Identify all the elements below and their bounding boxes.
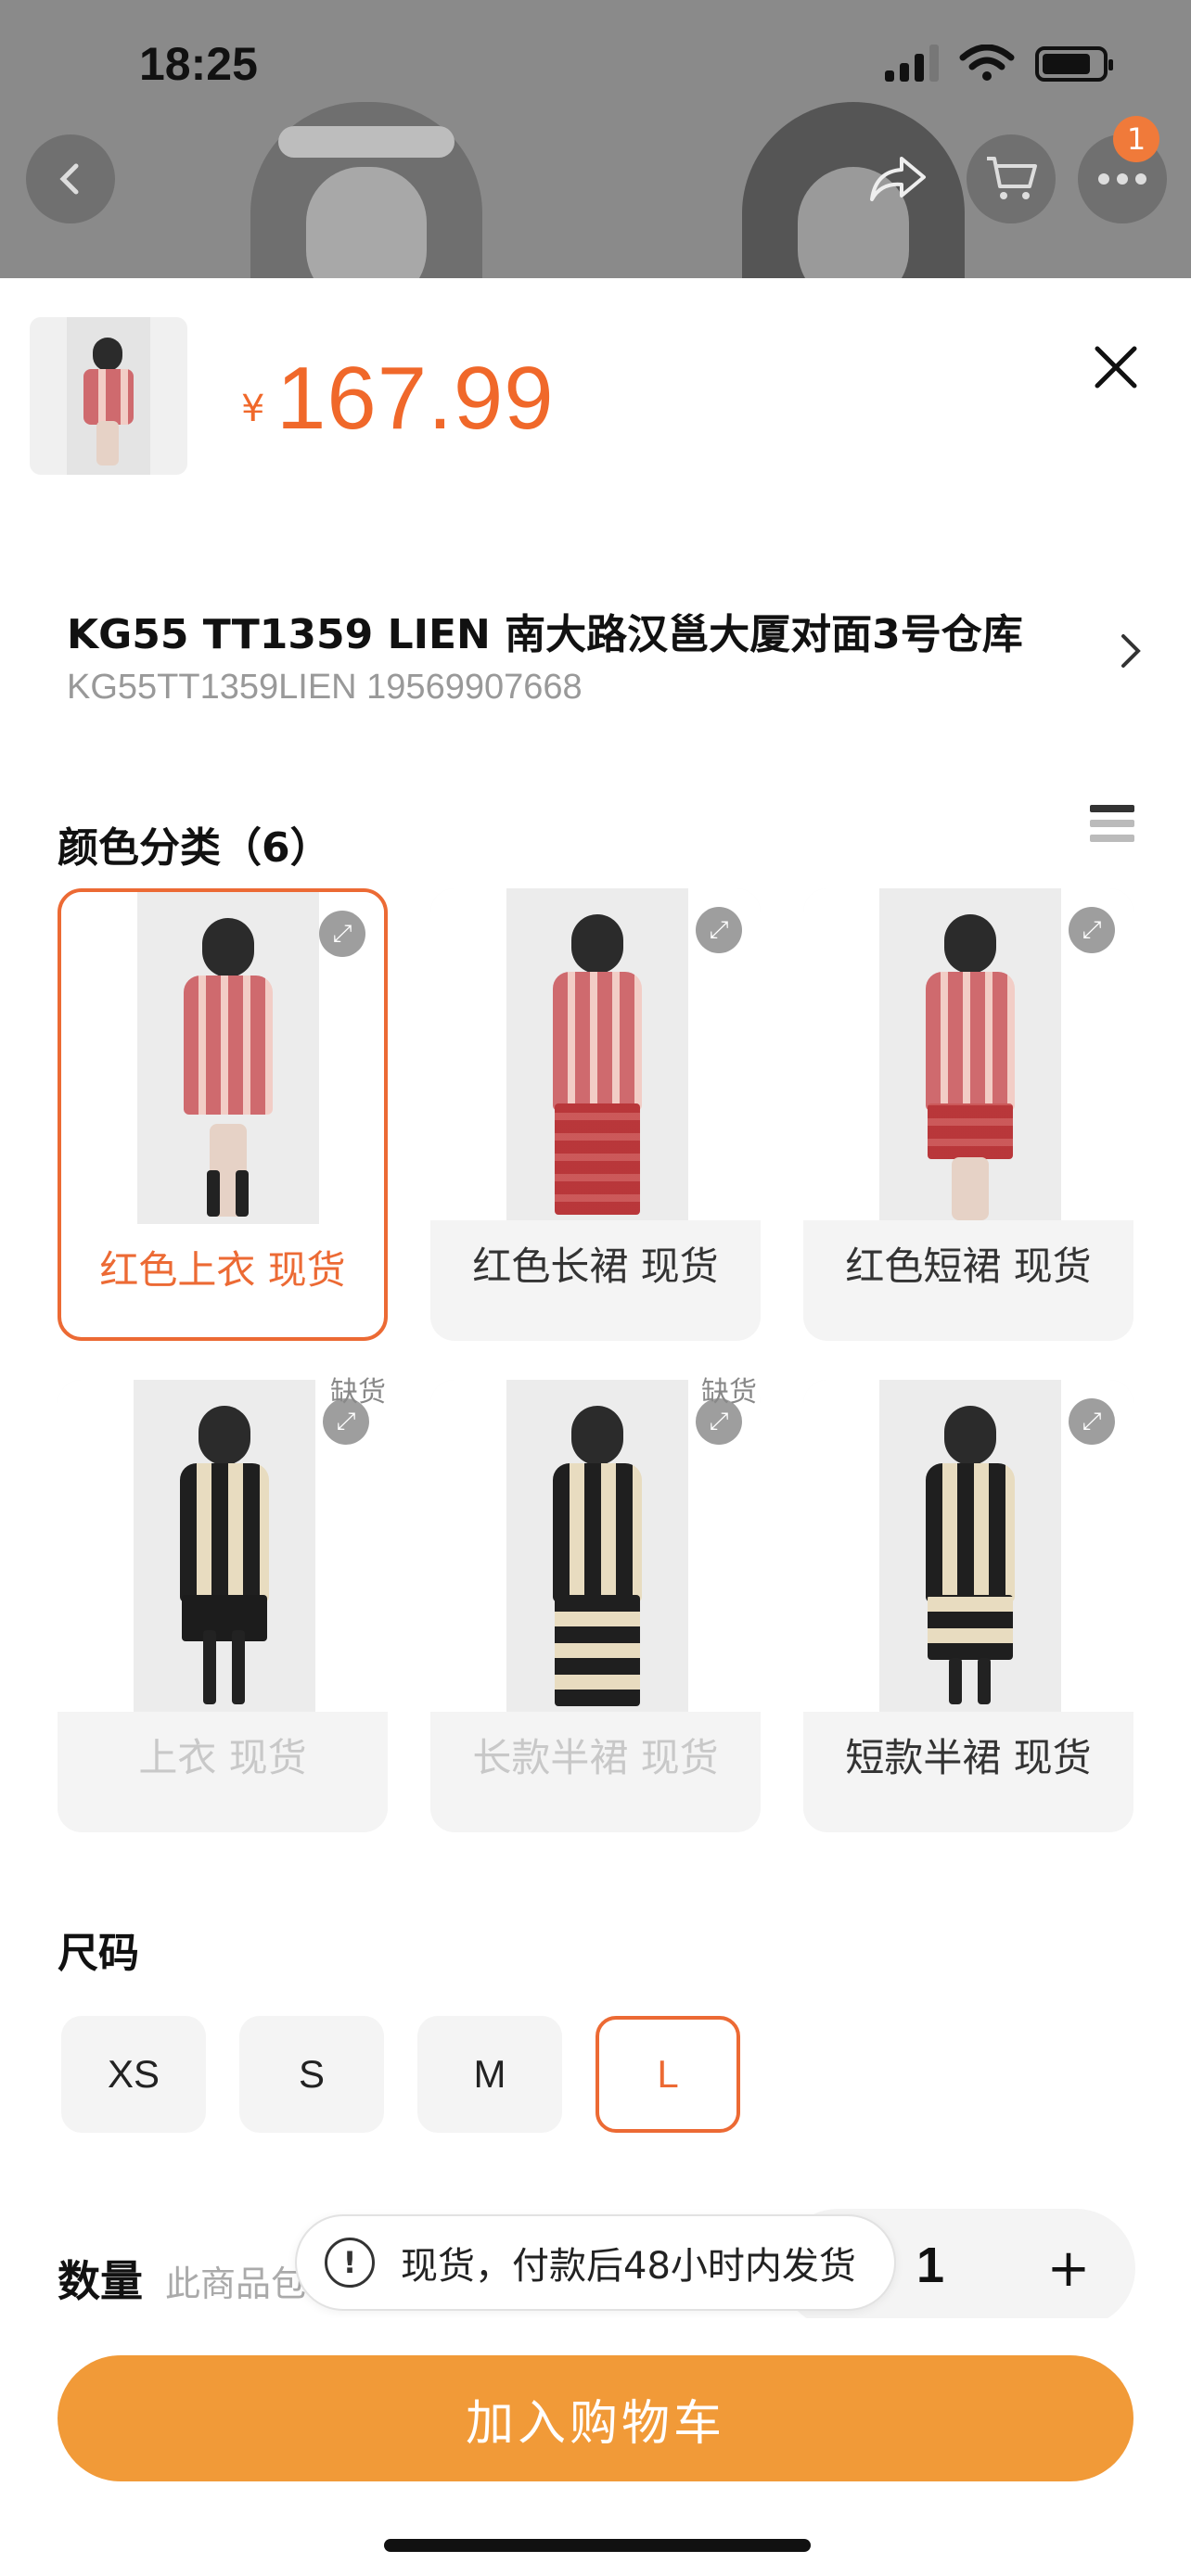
color-option-short-skirt[interactable]: ⤢ 短款半裙 现货 [803, 1380, 1133, 1832]
chevron-right-icon[interactable] [1118, 631, 1146, 671]
out-of-stock-tag: 缺货 [330, 1376, 386, 1409]
color-option-red-short-skirt[interactable]: ⤢ 红色短裙 现货 [803, 888, 1133, 1341]
out-of-stock-tag: 缺货 [701, 1376, 757, 1409]
price-value: 167.99 [276, 349, 555, 448]
cart-button[interactable] [967, 134, 1056, 223]
quantity-hint: 此商品包邮 [165, 2264, 314, 2304]
size-option-s[interactable]: S [239, 2016, 384, 2133]
product-thumbnail[interactable] [30, 317, 187, 475]
add-to-cart-button[interactable]: 加入购物车 [58, 2355, 1133, 2481]
expand-icon[interactable]: ⤢ [696, 907, 742, 953]
expand-icon[interactable]: ⤢ [1069, 907, 1115, 953]
close-icon[interactable] [1090, 341, 1142, 393]
color-option-long-skirt[interactable]: ⤢ 长款半裙 现货 [430, 1380, 761, 1832]
size-option-l[interactable]: L [596, 2016, 740, 2133]
share-button[interactable] [853, 134, 942, 223]
option-image [879, 1380, 1061, 1712]
option-image [137, 892, 319, 1224]
expand-icon[interactable]: ⤢ [1069, 1398, 1115, 1445]
color-option-red-top[interactable]: ⤢ 红色上衣 现货 [58, 888, 388, 1341]
option-image [506, 888, 688, 1220]
size-option-m[interactable]: M [417, 2016, 562, 2133]
shop-subtitle: KG55TT1359LIEN 19569907668 [67, 668, 583, 707]
footer-divider [0, 2318, 1191, 2346]
chevron-left-icon [59, 163, 79, 195]
color-option-label: 上衣 现货 [138, 1735, 307, 1780]
color-section-title: 颜色分类（6） [58, 824, 331, 872]
info-icon: ! [325, 2238, 375, 2288]
color-option-label: 短款半裙 现货 [845, 1735, 1092, 1780]
status-icons [885, 45, 1113, 82]
wifi-icon [959, 45, 1015, 81]
quantity-label: 数量 [58, 2256, 143, 2306]
color-option-top[interactable]: ⤢ 上衣 现货 [58, 1380, 388, 1832]
battery-icon [1035, 46, 1113, 82]
color-option-label: 红色上衣 现货 [99, 1247, 346, 1293]
cart-icon [987, 157, 1037, 199]
more-icon [1098, 173, 1146, 185]
status-time: 18:25 [139, 38, 258, 90]
back-button[interactable] [26, 134, 115, 223]
expand-icon[interactable]: ⤢ [319, 911, 365, 957]
shop-title[interactable]: KG55 TT1359 LIEN 南大路汉邕大厦对面3号仓库 [67, 601, 1069, 660]
color-option-label: 长款半裙 现货 [472, 1735, 719, 1780]
price-currency: ¥ [241, 388, 265, 430]
home-indicator [384, 2539, 811, 2552]
option-image [506, 1380, 688, 1712]
list-view-icon[interactable] [1090, 805, 1134, 851]
option-image [879, 888, 1061, 1220]
toast-text: 现货，付款后48小时内发货 [401, 2245, 856, 2288]
shipping-toast: ! 现货，付款后48小时内发货 [295, 2214, 896, 2311]
color-option-label: 红色短裙 现货 [845, 1243, 1092, 1289]
cart-badge: 1 [1113, 116, 1159, 162]
color-option-red-long-skirt[interactable]: ⤢ 红色长裙 现货 [430, 888, 761, 1341]
product-photo [250, 102, 482, 278]
size-section-title: 尺码 [58, 1930, 139, 1977]
size-option-xs[interactable]: XS [61, 2016, 206, 2133]
share-icon [870, 157, 926, 201]
signal-icon [885, 45, 939, 82]
quantity-value: 1 [916, 2238, 945, 2293]
color-option-label: 红色长裙 现货 [472, 1243, 719, 1289]
increase-button[interactable]: + [1002, 2209, 1135, 2327]
option-image [134, 1380, 315, 1712]
